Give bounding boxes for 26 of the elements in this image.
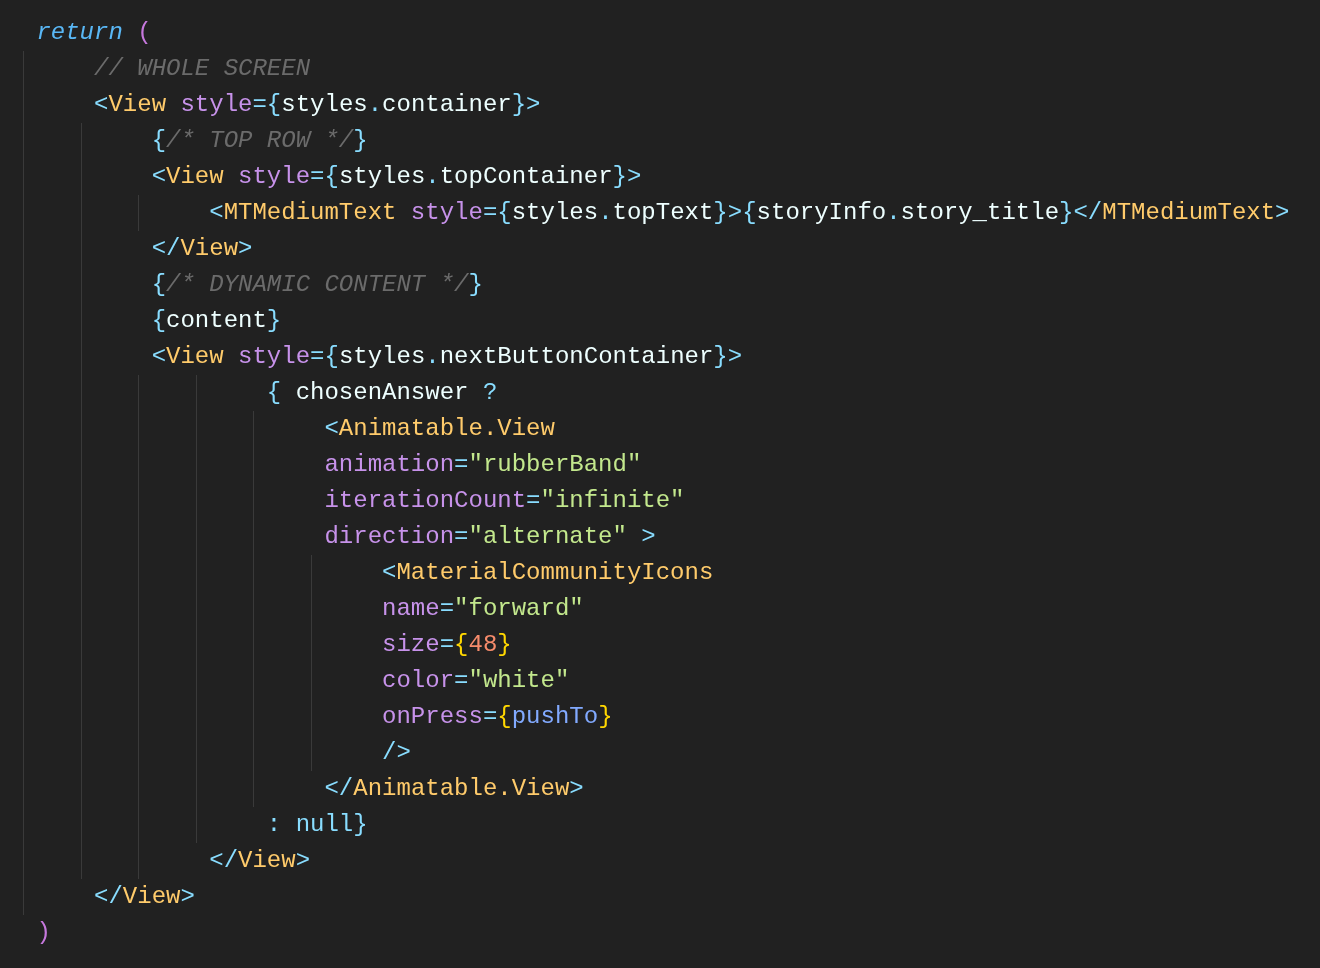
- code-line: return (: [36, 19, 152, 46]
- code-line: // WHOLE SCREEN: [93, 55, 311, 82]
- code-line: ): [36, 919, 51, 946]
- code-line: />: [381, 739, 411, 766]
- code-line: {/* TOP ROW */}: [150, 127, 368, 154]
- code-line: { chosenAnswer ?: [265, 379, 498, 406]
- code-line: name="forward": [381, 595, 584, 622]
- code-line: : null}: [265, 811, 368, 838]
- code-line: {/* DYNAMIC CONTENT */}: [150, 271, 483, 298]
- code-line: </View>: [93, 883, 195, 910]
- code-line: </View>: [150, 235, 253, 262]
- code-line: onPress={pushTo}: [381, 703, 613, 730]
- code-line: <View style={styles.container}>: [93, 91, 541, 118]
- code-line: <View style={styles.nextButtonContainer}>: [150, 343, 743, 370]
- code-line: iterationCount="infinite": [323, 487, 685, 514]
- code-line: animation="rubberBand": [323, 451, 642, 478]
- code-line: <View style={styles.topContainer}>: [150, 163, 642, 190]
- code-line: {content}: [150, 307, 282, 334]
- code-line: </View>: [208, 847, 311, 874]
- code-line: color="white": [381, 667, 570, 694]
- code-line: size={48}: [381, 631, 512, 658]
- code-line: <MaterialCommunityIcons: [381, 559, 714, 586]
- code-line: <Animatable.View: [323, 415, 555, 442]
- code-line: </Animatable.View>: [323, 775, 584, 802]
- code-line: direction="alternate" >: [323, 523, 656, 550]
- code-line: <MTMediumText style={styles.topText}>{storyInfo.story_title}</MTMediumText>: [208, 199, 1290, 226]
